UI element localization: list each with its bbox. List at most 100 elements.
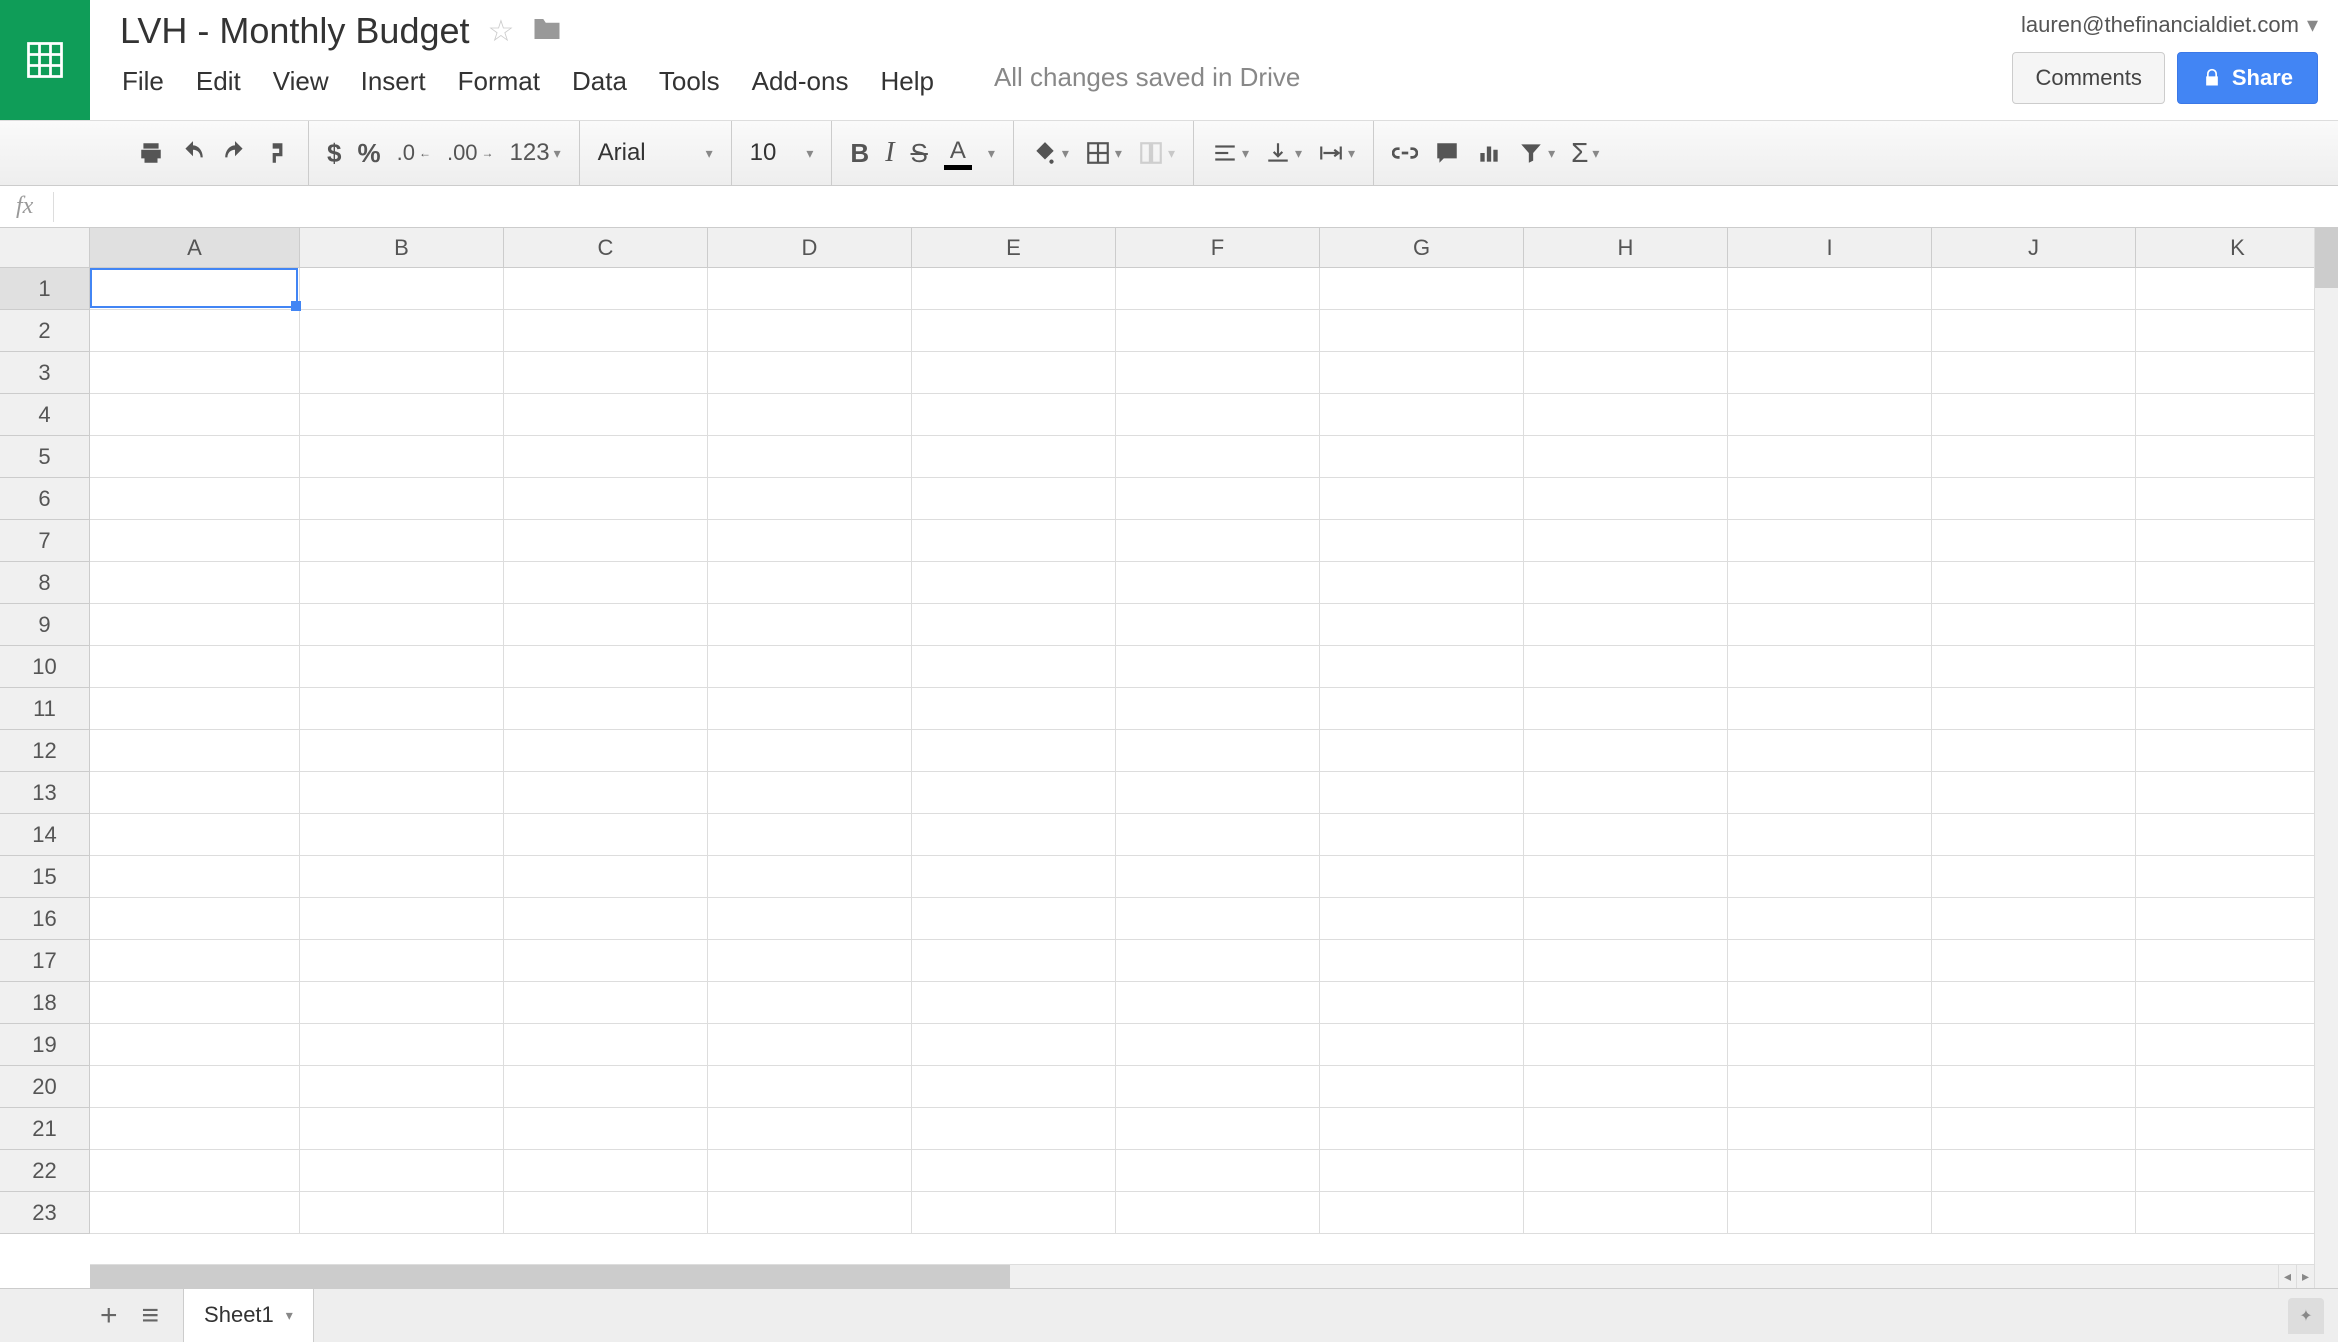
cell[interactable]: [1320, 814, 1524, 856]
cell[interactable]: [90, 688, 300, 730]
cell[interactable]: [90, 814, 300, 856]
cell[interactable]: [1116, 1066, 1320, 1108]
cell[interactable]: [504, 940, 708, 982]
format-percent[interactable]: %: [357, 138, 380, 169]
cell[interactable]: [300, 520, 504, 562]
menu-addons[interactable]: Add-ons: [750, 62, 851, 101]
column-header[interactable]: H: [1524, 228, 1728, 267]
cell[interactable]: [912, 436, 1116, 478]
cell[interactable]: [2136, 1150, 2338, 1192]
functions-button[interactable]: Σ ▾: [1571, 137, 1599, 169]
cell[interactable]: [1524, 478, 1728, 520]
cell[interactable]: [1116, 1192, 1320, 1234]
cell[interactable]: [2136, 352, 2338, 394]
column-header[interactable]: C: [504, 228, 708, 267]
star-icon[interactable]: ☆: [488, 14, 515, 49]
cell[interactable]: [90, 898, 300, 940]
cell[interactable]: [504, 898, 708, 940]
cell[interactable]: [90, 478, 300, 520]
cell[interactable]: [1932, 688, 2136, 730]
cell[interactable]: [2136, 1024, 2338, 1066]
font-family-select[interactable]: Arial▾: [598, 139, 713, 167]
cell[interactable]: [504, 982, 708, 1024]
add-sheet-button[interactable]: +: [100, 1299, 118, 1333]
cell[interactable]: [708, 1150, 912, 1192]
cell[interactable]: [1728, 730, 1932, 772]
cell[interactable]: [1116, 1024, 1320, 1066]
cell[interactable]: [504, 310, 708, 352]
row-header[interactable]: 4: [0, 394, 89, 436]
cell[interactable]: [1728, 982, 1932, 1024]
cell[interactable]: [300, 688, 504, 730]
cell[interactable]: [708, 310, 912, 352]
cell[interactable]: [300, 478, 504, 520]
print-icon[interactable]: [138, 140, 164, 166]
cell[interactable]: [1524, 856, 1728, 898]
cell[interactable]: [1116, 478, 1320, 520]
cell[interactable]: [1320, 1066, 1524, 1108]
cell[interactable]: [1932, 310, 2136, 352]
cell[interactable]: [708, 982, 912, 1024]
row-header[interactable]: 21: [0, 1108, 89, 1150]
cell[interactable]: [300, 814, 504, 856]
cell[interactable]: [504, 730, 708, 772]
cell[interactable]: [708, 1066, 912, 1108]
cell[interactable]: [708, 604, 912, 646]
cell[interactable]: [1932, 1150, 2136, 1192]
cell[interactable]: [1932, 898, 2136, 940]
column-header[interactable]: J: [1932, 228, 2136, 267]
cell[interactable]: [1728, 310, 1932, 352]
cell[interactable]: [300, 394, 504, 436]
cell[interactable]: [912, 814, 1116, 856]
cell[interactable]: [1932, 772, 2136, 814]
italic-button[interactable]: I: [885, 137, 894, 169]
cell[interactable]: [1320, 982, 1524, 1024]
cell[interactable]: [1524, 1150, 1728, 1192]
cell[interactable]: [90, 394, 300, 436]
cell[interactable]: [1524, 1024, 1728, 1066]
cell[interactable]: [300, 856, 504, 898]
cell[interactable]: [504, 268, 708, 310]
strikethrough-button[interactable]: S: [911, 138, 928, 169]
row-header[interactable]: 22: [0, 1150, 89, 1192]
cell[interactable]: [1728, 1192, 1932, 1234]
cell[interactable]: [1728, 646, 1932, 688]
cell[interactable]: [1116, 436, 1320, 478]
cell[interactable]: [1320, 856, 1524, 898]
cell[interactable]: [90, 436, 300, 478]
cell[interactable]: [300, 562, 504, 604]
column-header[interactable]: F: [1116, 228, 1320, 267]
cell[interactable]: [912, 478, 1116, 520]
undo-icon[interactable]: [180, 140, 206, 166]
cell[interactable]: [1728, 1150, 1932, 1192]
cell[interactable]: [2136, 982, 2338, 1024]
cell[interactable]: [1932, 940, 2136, 982]
cell[interactable]: [912, 394, 1116, 436]
cell[interactable]: [1116, 772, 1320, 814]
row-header[interactable]: 16: [0, 898, 89, 940]
cell[interactable]: [708, 856, 912, 898]
cell[interactable]: [504, 352, 708, 394]
row-header[interactable]: 20: [0, 1066, 89, 1108]
cell[interactable]: [1524, 772, 1728, 814]
cell[interactable]: [1320, 1192, 1524, 1234]
menu-insert[interactable]: Insert: [359, 62, 428, 101]
cell[interactable]: [1524, 1066, 1728, 1108]
row-header[interactable]: 6: [0, 478, 89, 520]
cell[interactable]: [90, 1108, 300, 1150]
cell[interactable]: [504, 478, 708, 520]
cell[interactable]: [1320, 352, 1524, 394]
cell[interactable]: [1524, 604, 1728, 646]
cell[interactable]: [912, 268, 1116, 310]
cell[interactable]: [1320, 310, 1524, 352]
cell[interactable]: [1116, 814, 1320, 856]
cell[interactable]: [708, 436, 912, 478]
cell[interactable]: [2136, 310, 2338, 352]
cell[interactable]: [1116, 268, 1320, 310]
cell[interactable]: [1728, 1024, 1932, 1066]
cell[interactable]: [1320, 646, 1524, 688]
cell[interactable]: [1932, 1066, 2136, 1108]
cell[interactable]: [1932, 562, 2136, 604]
sheet-tab[interactable]: Sheet1 ▾: [183, 1288, 314, 1342]
cell[interactable]: [504, 1024, 708, 1066]
